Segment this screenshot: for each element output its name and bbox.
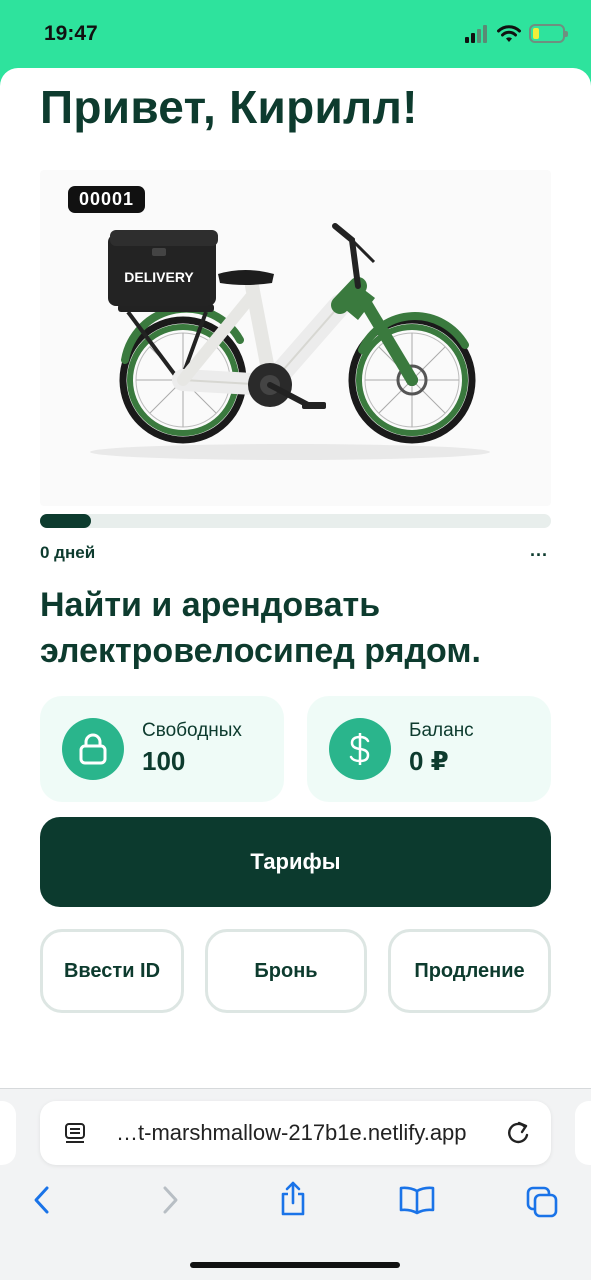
balance-card: Баланс 0 ₽	[307, 696, 551, 802]
battery-level	[533, 28, 539, 39]
browser-chrome: …t-marshmallow-217b1e.netlify.app	[0, 1088, 591, 1280]
home-indicator[interactable]	[190, 1262, 400, 1268]
free-bikes-card: Свободных 100	[40, 696, 284, 802]
rental-progress-fill	[40, 514, 92, 528]
tariffs-button[interactable]: Тарифы	[40, 817, 551, 907]
free-bikes-value: 100	[142, 746, 186, 776]
next-tab-preview[interactable]	[575, 1101, 591, 1165]
url-value: …t-marshmallow-217b1e.netlify.app	[116, 1120, 467, 1145]
wifi-icon	[497, 24, 521, 42]
enter-id-button[interactable]: Ввести ID	[40, 929, 184, 1013]
dollar-icon	[329, 718, 391, 780]
reload-icon[interactable]	[505, 1119, 531, 1147]
page-menu-icon[interactable]	[64, 1121, 88, 1145]
status-time: 19:47	[44, 22, 98, 45]
delivery-box-label: DELIVERY	[124, 269, 194, 285]
status-bar: 19:47	[0, 0, 591, 70]
bike-id-badge: 00001	[68, 186, 146, 213]
app-sheet: Привет, Кирилл! DELIVERY 00001 0 дней ..…	[0, 68, 591, 1088]
free-bikes-label: Свободных	[142, 720, 242, 741]
browser-toolbar	[0, 1181, 591, 1235]
share-icon[interactable]	[278, 1181, 308, 1217]
booking-button[interactable]: Бронь	[205, 929, 367, 1013]
extension-button[interactable]: Продление	[388, 929, 551, 1013]
days-counter: 0 дней	[40, 543, 96, 562]
headline: Найти и арендовать электровелосипед рядо…	[40, 586, 481, 670]
url-text[interactable]: …t-marshmallow-217b1e.netlify.app	[116, 1120, 490, 1146]
forward-icon[interactable]	[158, 1185, 182, 1215]
battery-icon	[529, 24, 568, 43]
bookmarks-icon[interactable]	[398, 1185, 436, 1215]
status-icons	[465, 24, 568, 43]
cellular-signal-icon	[465, 24, 487, 43]
greeting-title: Привет, Кирилл!	[40, 81, 418, 133]
bike-image: DELIVERY 00001	[40, 170, 551, 506]
lock-icon	[62, 718, 124, 780]
more-options-button[interactable]: ...	[530, 540, 548, 561]
previous-tab-preview[interactable]	[0, 1101, 16, 1165]
rental-progress-bar	[40, 514, 551, 528]
electric-bike-illustration: DELIVERY	[90, 223, 490, 460]
tabs-icon[interactable]	[525, 1185, 559, 1219]
balance-label: Баланс	[409, 720, 474, 741]
address-bar[interactable]: …t-marshmallow-217b1e.netlify.app	[40, 1101, 551, 1165]
balance-value: 0 ₽	[409, 746, 449, 776]
back-icon[interactable]	[30, 1185, 54, 1215]
